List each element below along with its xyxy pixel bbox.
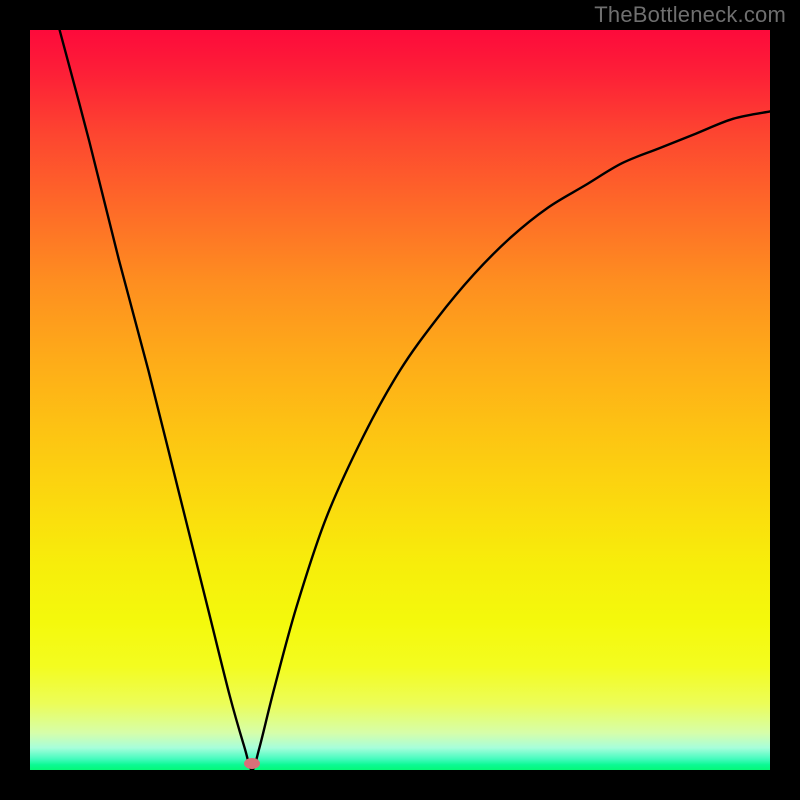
watermark-text: TheBottleneck.com — [594, 2, 786, 28]
bottleneck-curve — [30, 30, 770, 770]
chart-frame: TheBottleneck.com — [0, 0, 800, 800]
plot-area — [30, 30, 770, 770]
minimum-marker — [244, 758, 260, 769]
